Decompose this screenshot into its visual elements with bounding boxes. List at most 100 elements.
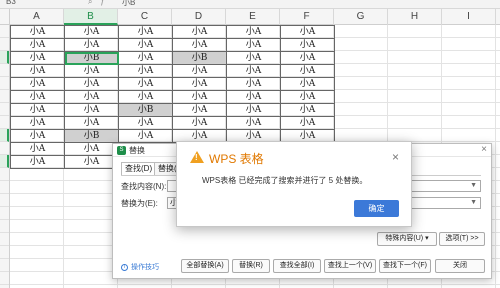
cell[interactable]: 小A [280, 25, 335, 39]
cell[interactable]: 小B [64, 51, 119, 65]
cell[interactable]: 小A [64, 155, 119, 169]
replace-button[interactable]: 替换(R) [232, 259, 270, 273]
row-header[interactable] [0, 77, 9, 90]
cell[interactable]: 小A [64, 25, 119, 39]
options-button[interactable]: 选项(T) >> [439, 232, 485, 246]
cell[interactable]: 小A [280, 116, 335, 130]
cell[interactable]: 小A [226, 116, 281, 130]
column-header-d[interactable]: D [172, 9, 226, 25]
cell[interactable]: 小A [10, 25, 65, 39]
cell[interactable]: 小A [226, 25, 281, 39]
cell[interactable]: 小A [172, 64, 227, 78]
column-header-h[interactable]: H [388, 9, 442, 25]
cell[interactable]: 小A [118, 51, 173, 65]
column-header-e[interactable]: E [226, 9, 280, 25]
cell[interactable]: 小A [10, 51, 65, 65]
column-header-i[interactable]: I [442, 9, 496, 25]
cell[interactable]: 小A [10, 155, 65, 169]
cell[interactable]: 小A [226, 51, 281, 65]
row-header[interactable] [0, 194, 9, 207]
cell[interactable]: 小A [118, 38, 173, 52]
cell[interactable]: 小A [280, 77, 335, 91]
chevron-down-icon[interactable]: ▼ [470, 198, 477, 208]
chevron-down-icon[interactable]: ▼ [470, 181, 477, 191]
cell[interactable]: 小B [172, 51, 227, 65]
cell[interactable]: 小A [10, 129, 65, 143]
cell-reference[interactable]: B3 [6, 0, 16, 6]
row-header[interactable] [0, 233, 9, 246]
row-header[interactable] [0, 25, 9, 38]
cell[interactable]: 小A [64, 64, 119, 78]
row-header[interactable] [0, 38, 9, 51]
cell[interactable]: 小A [280, 38, 335, 52]
cell[interactable]: 小A [280, 64, 335, 78]
cell[interactable]: 小A [226, 77, 281, 91]
row-header[interactable] [0, 142, 9, 155]
cell[interactable]: 小A [10, 142, 65, 156]
cell[interactable]: 小A [118, 90, 173, 104]
row-header[interactable] [0, 103, 9, 116]
cell[interactable]: 小A [64, 142, 119, 156]
formula-input[interactable]: 小B [122, 0, 135, 8]
cell[interactable]: 小A [64, 90, 119, 104]
cell[interactable]: 小A [10, 90, 65, 104]
cell[interactable]: 小A [10, 64, 65, 78]
cell[interactable]: 小A [226, 103, 281, 117]
cell[interactable]: 小A [280, 51, 335, 65]
cell[interactable]: 小A [64, 103, 119, 117]
column-header-g[interactable]: G [334, 9, 388, 25]
fx-icon[interactable]: ƒ [100, 0, 112, 6]
column-header-c[interactable]: C [118, 9, 172, 25]
cell[interactable]: 小A [280, 90, 335, 104]
row-header[interactable] [0, 129, 9, 142]
row-header[interactable] [0, 64, 9, 77]
cell[interactable]: 小A [226, 64, 281, 78]
row-header[interactable] [0, 220, 9, 233]
cell[interactable]: 小B [64, 129, 119, 143]
cell[interactable]: 小A [280, 103, 335, 117]
row-header[interactable] [0, 168, 9, 181]
cell[interactable]: 小A [226, 38, 281, 52]
special-content-button[interactable]: 特殊内容(U) ▾ [377, 232, 437, 246]
cell[interactable]: 小A [64, 77, 119, 91]
cell[interactable]: 小A [118, 129, 173, 143]
cell[interactable]: 小A [64, 38, 119, 52]
cell[interactable]: 小A [172, 77, 227, 91]
close-icon[interactable]: × [392, 150, 399, 164]
cell[interactable]: 小A [10, 38, 65, 52]
row-header[interactable] [0, 51, 9, 64]
cell[interactable]: 小A [10, 116, 65, 130]
row-header[interactable] [0, 90, 9, 103]
row-header[interactable] [0, 116, 9, 129]
close-icon[interactable]: × [481, 144, 487, 155]
close-button[interactable]: 关闭 [435, 259, 485, 273]
ok-button[interactable]: 确定 [354, 200, 399, 217]
cell[interactable]: 小A [64, 116, 119, 130]
cell[interactable]: 小A [118, 116, 173, 130]
cell[interactable]: 小A [172, 116, 227, 130]
cell[interactable]: 小A [172, 25, 227, 39]
tab-find[interactable]: 查找(D) [121, 162, 157, 175]
cell[interactable]: 小A [172, 38, 227, 52]
row-header[interactable] [0, 181, 9, 194]
row-header[interactable] [0, 155, 9, 168]
cell[interactable]: 小A [10, 103, 65, 117]
column-header-b[interactable]: B [64, 9, 118, 25]
find-previous-button[interactable]: 查找上一个(V) [324, 259, 376, 273]
cell[interactable]: 小A [172, 103, 227, 117]
column-header-a[interactable]: A [10, 9, 64, 25]
row-header[interactable] [0, 259, 9, 272]
cell[interactable]: 小A [172, 90, 227, 104]
row-header[interactable] [0, 207, 9, 220]
cell[interactable]: 小B [118, 103, 173, 117]
column-header-f[interactable]: F [280, 9, 334, 25]
cell[interactable]: 小A [118, 64, 173, 78]
replace-all-button[interactable]: 全部替换(A) [181, 259, 229, 273]
zoom-icon[interactable]: ⌕ [88, 0, 100, 6]
tips-link[interactable]: i 操作技巧 [121, 262, 159, 272]
cell[interactable]: 小A [118, 25, 173, 39]
find-all-button[interactable]: 查找全部(I) [273, 259, 321, 273]
row-header[interactable] [0, 272, 9, 285]
row-header[interactable] [0, 246, 9, 259]
cell[interactable]: 小A [10, 77, 65, 91]
